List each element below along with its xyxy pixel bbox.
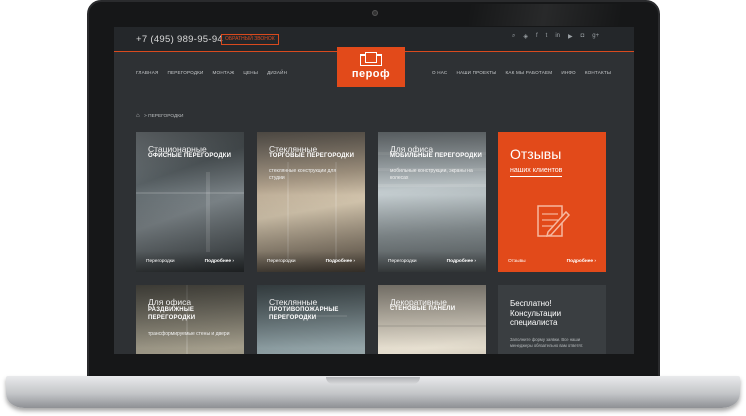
- card-description: трансформируемые стены и двери: [148, 331, 230, 337]
- card-title: ОФИСНЫЕ ПЕРЕГОРОДКИ: [148, 153, 232, 159]
- card-description: стеклянные конструкции для студии: [269, 168, 337, 181]
- card-title: СТЕНОВЫЕ ПАНЕЛИ: [390, 306, 456, 312]
- search-icon[interactable]: ⌕: [512, 33, 515, 40]
- card-category-link[interactable]: Перегородки: [267, 259, 296, 264]
- consultation-description: Заполните форму заявки. Все наши менедже…: [510, 337, 584, 348]
- instagram-icon[interactable]: ◘: [581, 33, 585, 40]
- googleplus-icon[interactable]: g+: [592, 33, 599, 40]
- card-title: ТОРГОВЫЕ ПЕРЕГОРОДКИ: [269, 153, 355, 159]
- linkedin-icon[interactable]: in: [555, 33, 560, 40]
- reviews-link[interactable]: Отзывы: [508, 259, 526, 264]
- website-screen: +7 (495) 989-95-94 ОБРАТНЫЙ ЗВОНОК ⌕ ◈ f…: [114, 27, 634, 354]
- nav-item-design[interactable]: ДИЗАЙН: [267, 70, 287, 75]
- home-icon[interactable]: ⌂: [136, 113, 140, 119]
- nav-item-about[interactable]: О НАС: [432, 70, 447, 75]
- card-office-partitions[interactable]: Стационарные ОФИСНЫЕ ПЕРЕГОРОДКИ Перегор…: [136, 132, 244, 272]
- card-category-link[interactable]: Перегородки: [388, 259, 417, 264]
- nav-item-prices[interactable]: ЦЕНЫ: [243, 70, 258, 75]
- nav-item-home[interactable]: ГЛАВНАЯ: [136, 70, 158, 75]
- laptop-notch: [326, 377, 420, 384]
- card-description: мобильные конструкции, экраны на колесах: [390, 168, 473, 181]
- youtube-icon[interactable]: ▶: [568, 33, 573, 40]
- consultation-card[interactable]: Бесплатно! Консультации специалиста Запо…: [498, 285, 606, 354]
- webcam: [372, 10, 378, 16]
- logo-icon: [360, 52, 382, 66]
- vk-icon[interactable]: ◈: [523, 33, 528, 40]
- logo-text: пероф: [351, 68, 391, 80]
- card-fireproof-partitions[interactable]: Стеклянные ПРОТИВОПОЖАРНЫЕ ПЕРЕГОРОДКИ: [257, 285, 365, 354]
- phone-number[interactable]: +7 (495) 989-95-94: [136, 34, 223, 45]
- card-more-link[interactable]: Подробнее ›: [326, 259, 355, 264]
- reviews-title: Отзывы: [510, 146, 562, 162]
- nav-item-info[interactable]: ИНФО: [561, 70, 576, 75]
- card-more-link[interactable]: Подробнее ›: [205, 259, 234, 264]
- card-mobile-partitions[interactable]: Для офиса МОБИЛЬНЫЕ ПЕРЕГОРОДКИ мобильны…: [378, 132, 486, 272]
- breadcrumb: ⌂ > ПЕРЕГОРОДКИ: [136, 113, 183, 119]
- card-retail-partitions[interactable]: Стеклянные ТОРГОВЫЕ ПЕРЕГОРОДКИ стеклянн…: [257, 132, 365, 272]
- nav-item-partitions[interactable]: ПЕРЕГОРОДКИ: [167, 70, 203, 75]
- social-icons: ⌕ ◈ f t in ▶ ◘ g+: [512, 33, 599, 40]
- nav-item-how-we-work[interactable]: КАК МЫ РАБОТАЕМ: [505, 70, 552, 75]
- card-title: МОБИЛЬНЫЕ ПЕРЕГОРОДКИ: [390, 153, 482, 159]
- card-category-link[interactable]: Перегородки: [146, 259, 175, 264]
- nav-item-projects[interactable]: НАШИ ПРОЕКТЫ: [456, 70, 496, 75]
- reviews-card[interactable]: Отзывы наших клиентов Отзывы Подробнее ›: [498, 132, 606, 272]
- twitter-icon[interactable]: t: [546, 33, 548, 40]
- card-title: ПРОТИВОПОЖАРНЫЕ ПЕРЕГОРОДКИ: [269, 307, 339, 321]
- nav-item-contacts[interactable]: КОНТАКТЫ: [585, 70, 611, 75]
- site-logo[interactable]: пероф: [337, 47, 405, 87]
- card-more-link[interactable]: Подробнее ›: [447, 259, 476, 264]
- breadcrumb-separator: >: [143, 114, 147, 119]
- card-sliding-partitions[interactable]: Для офиса РАЗДВИЖНЫЕ ПЕРЕГОРОДКИ трансфо…: [136, 285, 244, 354]
- card-title: РАЗДВИЖНЫЕ ПЕРЕГОРОДКИ: [148, 307, 196, 321]
- facebook-icon[interactable]: f: [536, 33, 538, 40]
- pencil-paper-icon: [537, 205, 571, 238]
- consultation-title: Бесплатно! Консультации специалиста: [510, 299, 562, 327]
- laptop-frame: +7 (495) 989-95-94 ОБРАТНЫЙ ЗВОНОК ⌕ ◈ f…: [0, 0, 746, 416]
- nav-item-installation[interactable]: МОНТАЖ: [213, 70, 235, 75]
- breadcrumb-current: ПЕРЕГОРОДКИ: [148, 114, 184, 119]
- reviews-more-link[interactable]: Подробнее ›: [567, 259, 596, 264]
- callback-button[interactable]: ОБРАТНЫЙ ЗВОНОК: [221, 34, 279, 45]
- reviews-subtitle: наших клиентов: [510, 167, 563, 177]
- card-wall-panels[interactable]: Декоративные СТЕНОВЫЕ ПАНЕЛИ: [378, 285, 486, 354]
